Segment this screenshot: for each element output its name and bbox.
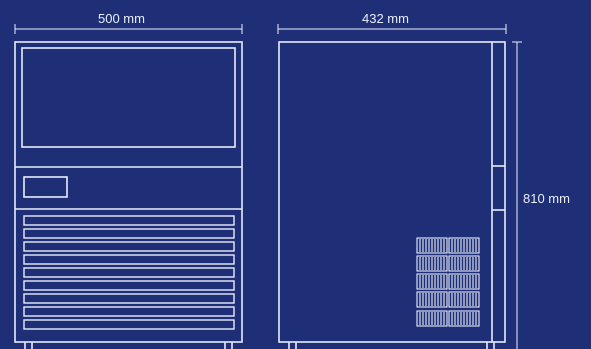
front-view: [14, 41, 243, 349]
height-dimension-line: [512, 41, 522, 349]
side-body-outline: [278, 41, 506, 343]
front-width-label: 500 mm: [98, 11, 145, 26]
front-vent-grille: [23, 215, 235, 330]
technical-drawing: 500 mm 432 mm 810 mm: [0, 0, 591, 349]
front-top-panel: [21, 47, 236, 148]
front-control-slot: [23, 176, 68, 198]
side-vent-grille: [416, 237, 480, 327]
front-body-outline: [14, 41, 243, 343]
side-feet: [288, 342, 495, 349]
front-feet: [24, 342, 233, 349]
machine-line-drawing: [14, 24, 522, 349]
side-depth-label: 432 mm: [362, 11, 409, 26]
side-view: [278, 41, 506, 349]
height-label: 810 mm: [523, 191, 570, 206]
